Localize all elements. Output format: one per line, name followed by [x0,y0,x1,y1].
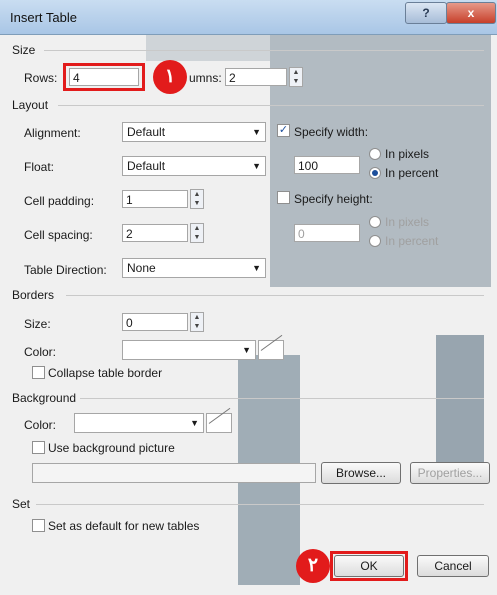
close-button[interactable]: x [446,2,496,24]
specify-height-checkbox[interactable] [277,191,290,204]
specify-width-checkbox[interactable]: ✓ [277,124,290,137]
step-two-callout: ٢ [296,549,330,583]
border-color-label: Color: [24,345,57,359]
ok-highlight [330,551,408,581]
set-group-label: Set [12,497,31,511]
float-select[interactable]: Default ▼ [122,156,266,176]
background-picture-path[interactable] [32,463,316,483]
rows-label: Rows: [24,71,58,85]
collapse-border-checkbox[interactable] [32,366,45,379]
browse-button[interactable]: Browse... [321,462,401,484]
rows-highlight [63,63,145,91]
alignment-value: Default [127,125,166,139]
cancel-button[interactable]: Cancel [417,555,489,577]
dropdown-arrow-icon: ▼ [252,263,261,273]
height-percent-label: In percent [385,234,439,248]
columns-label: umns: [189,71,222,85]
specify-width-label: Specify width: [294,125,369,139]
divider [66,295,484,296]
columns-spinner[interactable]: ▲ ▼ [289,67,303,87]
height-pixels-radio[interactable] [369,216,381,228]
height-pixels-label: In pixels [385,215,430,229]
columns-input[interactable]: 2 [225,68,287,86]
dropdown-arrow-icon: ▼ [252,161,261,171]
background-color-swatch[interactable] [206,413,232,433]
table-direction-label: Table Direction: [24,263,107,277]
cell-padding-label: Cell padding: [24,194,95,208]
cell-spacing-label: Cell spacing: [24,228,93,242]
step-one-callout: ١ [153,60,187,94]
title-bar: Insert Table ? x [0,0,497,35]
background-picture-label: Use background picture [48,441,175,455]
set-default-label: Set as default for new tables [48,519,200,533]
width-percent-radio[interactable] [369,167,381,179]
width-input[interactable]: 100 [294,156,360,174]
float-label: Float: [24,160,55,174]
divider [36,504,484,505]
dialog-body: Size Rows: 4 ١ umns: 2 ▲ ▼ Layout Alignme… [6,35,491,590]
border-color-swatch[interactable] [258,340,284,360]
properties-button[interactable]: Properties... [410,462,490,484]
watermark-band [146,35,270,61]
float-value: Default [127,159,166,173]
background-color-label: Color: [24,418,57,432]
height-input[interactable]: 0 [294,224,360,242]
table-direction-select[interactable]: None ▼ [122,258,266,278]
divider [80,398,484,399]
cell-padding-spinner[interactable]: ▲ ▼ [190,189,204,209]
divider [44,50,484,51]
background-group-label: Background [12,391,77,405]
borders-group-label: Borders [12,288,55,302]
dropdown-arrow-icon: ▼ [242,345,251,355]
divider [58,105,484,106]
border-size-label: Size: [24,317,51,331]
help-button[interactable]: ? [405,2,447,24]
cell-padding-input[interactable]: 1 [122,190,188,208]
size-group-label: Size [12,43,36,57]
specify-height-label: Specify height: [294,192,373,206]
dropdown-arrow-icon: ▼ [252,127,261,137]
alignment-select[interactable]: Default ▼ [122,122,266,142]
set-default-checkbox[interactable] [32,519,45,532]
table-direction-value: None [127,261,156,275]
border-color-select[interactable]: ▼ [122,340,256,360]
background-color-select[interactable]: ▼ [74,413,204,433]
dropdown-arrow-icon: ▼ [190,418,199,428]
width-percent-label: In percent [385,166,439,180]
watermark-shape [436,335,484,475]
collapse-border-label: Collapse table border [48,366,163,380]
height-percent-radio[interactable] [369,235,381,247]
alignment-label: Alignment: [24,126,81,140]
cell-spacing-spinner[interactable]: ▲ ▼ [190,223,204,243]
layout-group-label: Layout [12,98,49,112]
width-pixels-radio[interactable] [369,148,381,160]
border-size-spinner[interactable]: ▲ ▼ [190,312,204,332]
border-size-input[interactable]: 0 [122,313,188,331]
window-title: Insert Table [10,10,77,25]
cell-spacing-input[interactable]: 2 [122,224,188,242]
background-picture-checkbox[interactable] [32,441,45,454]
width-pixels-label: In pixels [385,147,430,161]
